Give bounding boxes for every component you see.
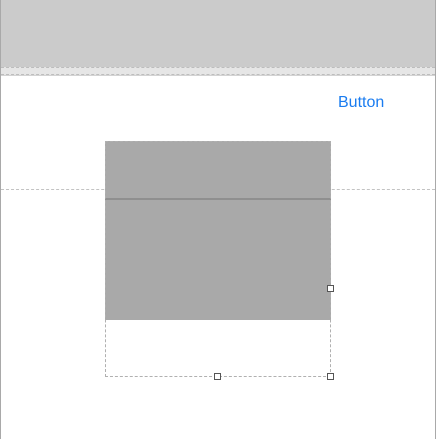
- navigation-bar-edge: [1, 67, 435, 75]
- resize-handle-icon[interactable]: [327, 285, 334, 292]
- selection-outline[interactable]: [105, 141, 331, 377]
- header-button[interactable]: Button: [338, 94, 384, 112]
- resize-handle-icon[interactable]: [214, 373, 221, 380]
- storyboard-canvas: Button: [0, 0, 436, 439]
- resize-handle-icon[interactable]: [327, 373, 334, 380]
- navigation-bar[interactable]: [1, 0, 435, 67]
